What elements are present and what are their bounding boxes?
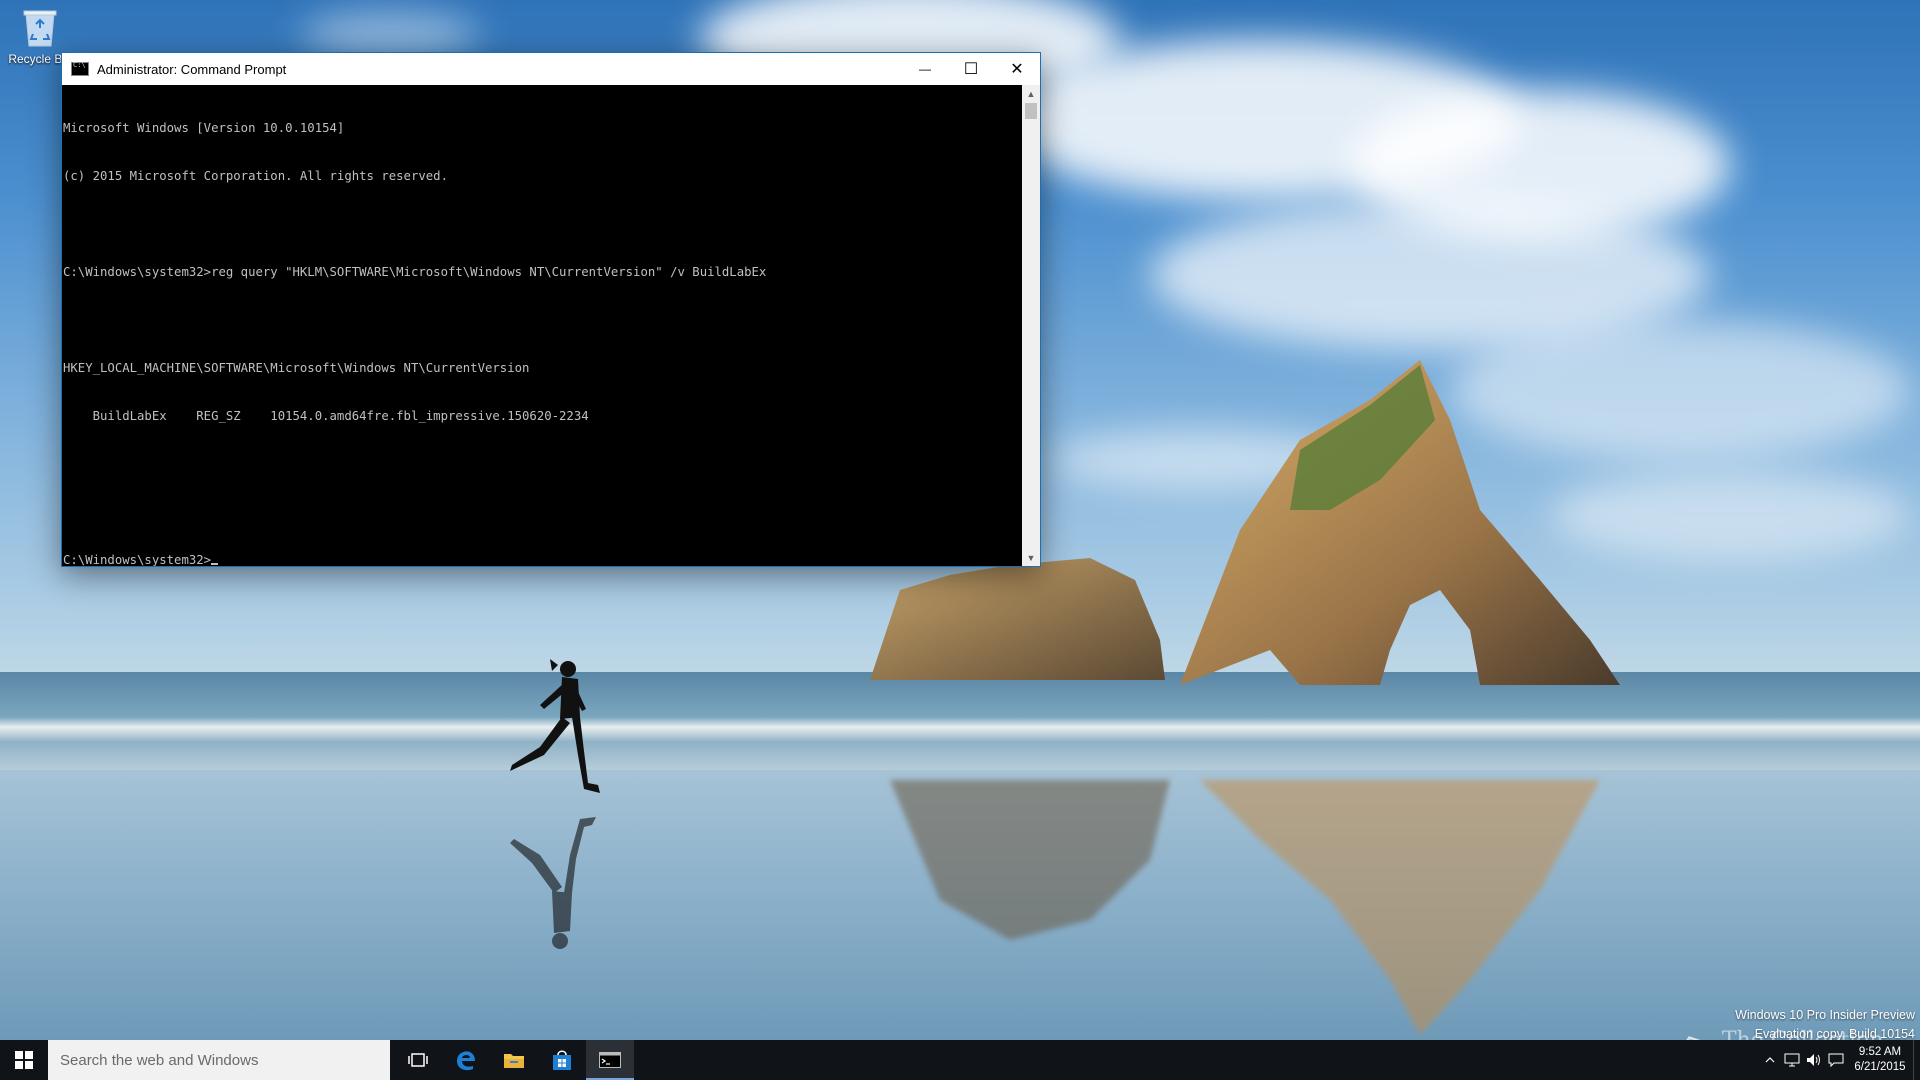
file-explorer-button[interactable] <box>490 1040 538 1080</box>
system-tray: 9:52 AM 6/21/2015 <box>1759 1040 1920 1080</box>
window-controls: — ☐ ✕ <box>902 53 1040 85</box>
minimize-button[interactable]: — <box>902 53 948 85</box>
command-prompt-icon <box>71 61 89 76</box>
search-box[interactable]: Search the web and Windows <box>48 1040 390 1080</box>
console-line: HKEY_LOCAL_MACHINE\SOFTWARE\Microsoft\Wi… <box>63 361 530 375</box>
window-titlebar[interactable]: Administrator: Command Prompt — ☐ ✕ <box>62 53 1040 85</box>
maximize-icon: ☐ <box>963 61 979 78</box>
close-button[interactable]: ✕ <box>994 53 1040 85</box>
text-cursor <box>211 563 219 565</box>
console-prompt-line[interactable]: C:\Windows\system32> <box>63 552 1020 566</box>
maximize-button[interactable]: ☐ <box>948 53 994 85</box>
edge-button[interactable] <box>442 1040 490 1080</box>
clock-time: 9:52 AM <box>1858 1046 1902 1058</box>
arch-reflection <box>1200 780 1600 1035</box>
command-prompt-taskbar-button[interactable] <box>586 1040 634 1080</box>
runner-silhouette <box>510 659 600 793</box>
scroll-down-icon[interactable]: ▼ <box>1022 549 1040 566</box>
store-button[interactable] <box>538 1040 586 1080</box>
console-line: C:\Windows\system32>reg query "HKLM\SOFT… <box>63 265 767 279</box>
store-icon <box>553 1050 571 1070</box>
show-desktop-button[interactable] <box>1913 1040 1920 1080</box>
chevron-up-icon[interactable] <box>1759 1040 1781 1080</box>
file-explorer-icon <box>504 1054 524 1068</box>
command-prompt-icon <box>599 1052 621 1068</box>
network-icon[interactable] <box>1781 1040 1803 1080</box>
console-line: (c) 2015 Microsoft Corporation. All righ… <box>63 169 448 183</box>
command-prompt-window[interactable]: Administrator: Command Prompt — ☐ ✕ Micr… <box>61 52 1041 567</box>
scrollbar-thumb[interactable] <box>1025 103 1037 119</box>
window-title: Administrator: Command Prompt <box>97 61 287 77</box>
clock-date: 6/21/2015 <box>1854 1061 1906 1073</box>
minimize-icon: — <box>919 62 931 76</box>
action-center-icon[interactable] <box>1825 1040 1847 1080</box>
console-prompt: C:\Windows\system32> <box>63 553 212 566</box>
console-line: Microsoft Windows [Version 10.0.10154] <box>63 121 345 135</box>
edge-icon <box>457 1051 475 1071</box>
start-button[interactable] <box>0 1040 48 1080</box>
close-icon: ✕ <box>1010 61 1024 78</box>
vertical-scrollbar[interactable]: ▲ ▼ <box>1022 85 1040 566</box>
taskbar-clock[interactable]: 9:52 AM 6/21/2015 <box>1847 1045 1913 1075</box>
search-placeholder: Search the web and Windows <box>60 1051 259 1069</box>
arch-rock <box>1180 360 1620 685</box>
task-view-icon <box>408 1053 428 1067</box>
windows-logo-icon <box>15 1051 33 1069</box>
recycle-bin-icon <box>22 6 58 48</box>
volume-icon[interactable] <box>1803 1040 1825 1080</box>
taskbar: Search the web and Windows 9:52 AM 6/21/… <box>0 1040 1920 1080</box>
console-line: BuildLabEx REG_SZ 10154.0.amd64fre.fbl_i… <box>63 409 589 423</box>
rock-reflection <box>890 780 1170 940</box>
task-view-button[interactable] <box>394 1040 442 1080</box>
watermark-edition: Windows 10 Pro Insider Preview <box>1735 1008 1915 1022</box>
scroll-up-icon[interactable]: ▲ <box>1022 85 1040 102</box>
runner-reflection <box>510 817 596 949</box>
small-rock <box>870 558 1165 680</box>
console-output[interactable]: Microsoft Windows [Version 10.0.10154] (… <box>62 85 1020 566</box>
sea <box>0 672 1920 772</box>
